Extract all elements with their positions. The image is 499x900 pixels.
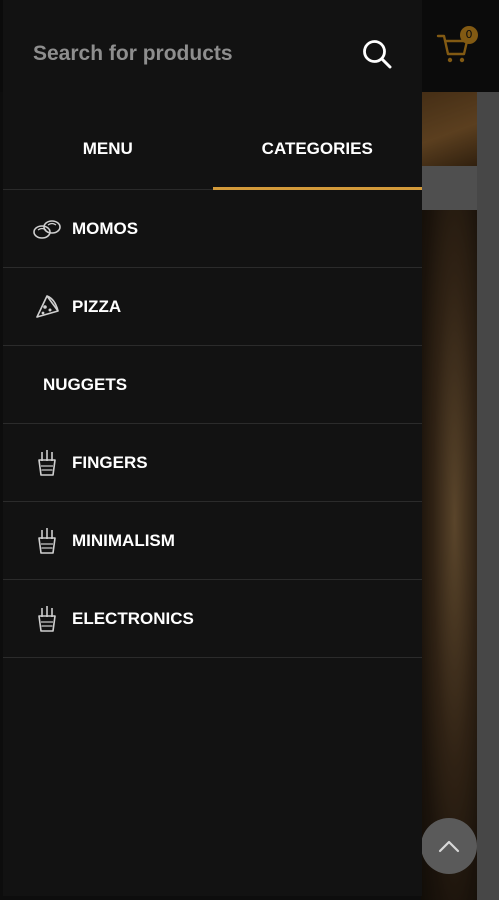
- category-item-momos[interactable]: MOMOS: [3, 190, 422, 268]
- search-button[interactable]: [360, 37, 394, 71]
- momos-icon: [31, 213, 63, 245]
- fries-icon: [31, 525, 63, 557]
- fries-icon: [31, 447, 63, 479]
- category-item-pizza[interactable]: PIZZA: [3, 268, 422, 346]
- category-item-electronics[interactable]: ELECTRONICS: [3, 580, 422, 658]
- category-label: MINIMALISM: [72, 530, 175, 550]
- category-label: NUGGETS: [43, 374, 128, 394]
- category-label: FINGERS: [72, 452, 148, 472]
- fries-icon: [31, 603, 63, 635]
- search-input[interactable]: [33, 42, 360, 66]
- chevron-up-icon: [438, 840, 460, 853]
- pizza-icon: [31, 291, 63, 323]
- category-item-fingers[interactable]: FINGERS: [3, 424, 422, 502]
- category-label: MOMOS: [72, 218, 139, 238]
- tab-label: MENU: [82, 138, 133, 158]
- category-label: PIZZA: [72, 296, 122, 316]
- category-label: ELECTRONICS: [72, 608, 194, 628]
- search-icon: [363, 40, 392, 69]
- scroll-to-top-button[interactable]: [421, 818, 477, 874]
- search-bar: [3, 0, 422, 108]
- drawer-tabs: MENU CATEGORIES: [3, 108, 422, 190]
- category-list: MOMOS PIZZA NUGGETS FINGERS MINIMALISM E…: [3, 190, 422, 658]
- tab-categories[interactable]: CATEGORIES: [212, 108, 423, 190]
- mobile-nav-drawer: MENU CATEGORIES MOMOS: [3, 0, 422, 896]
- tab-menu[interactable]: MENU: [3, 108, 213, 189]
- category-item-nuggets[interactable]: NUGGETS: [3, 346, 422, 424]
- category-item-minimalism[interactable]: MINIMALISM: [3, 502, 422, 580]
- tab-label: CATEGORIES: [261, 138, 373, 158]
